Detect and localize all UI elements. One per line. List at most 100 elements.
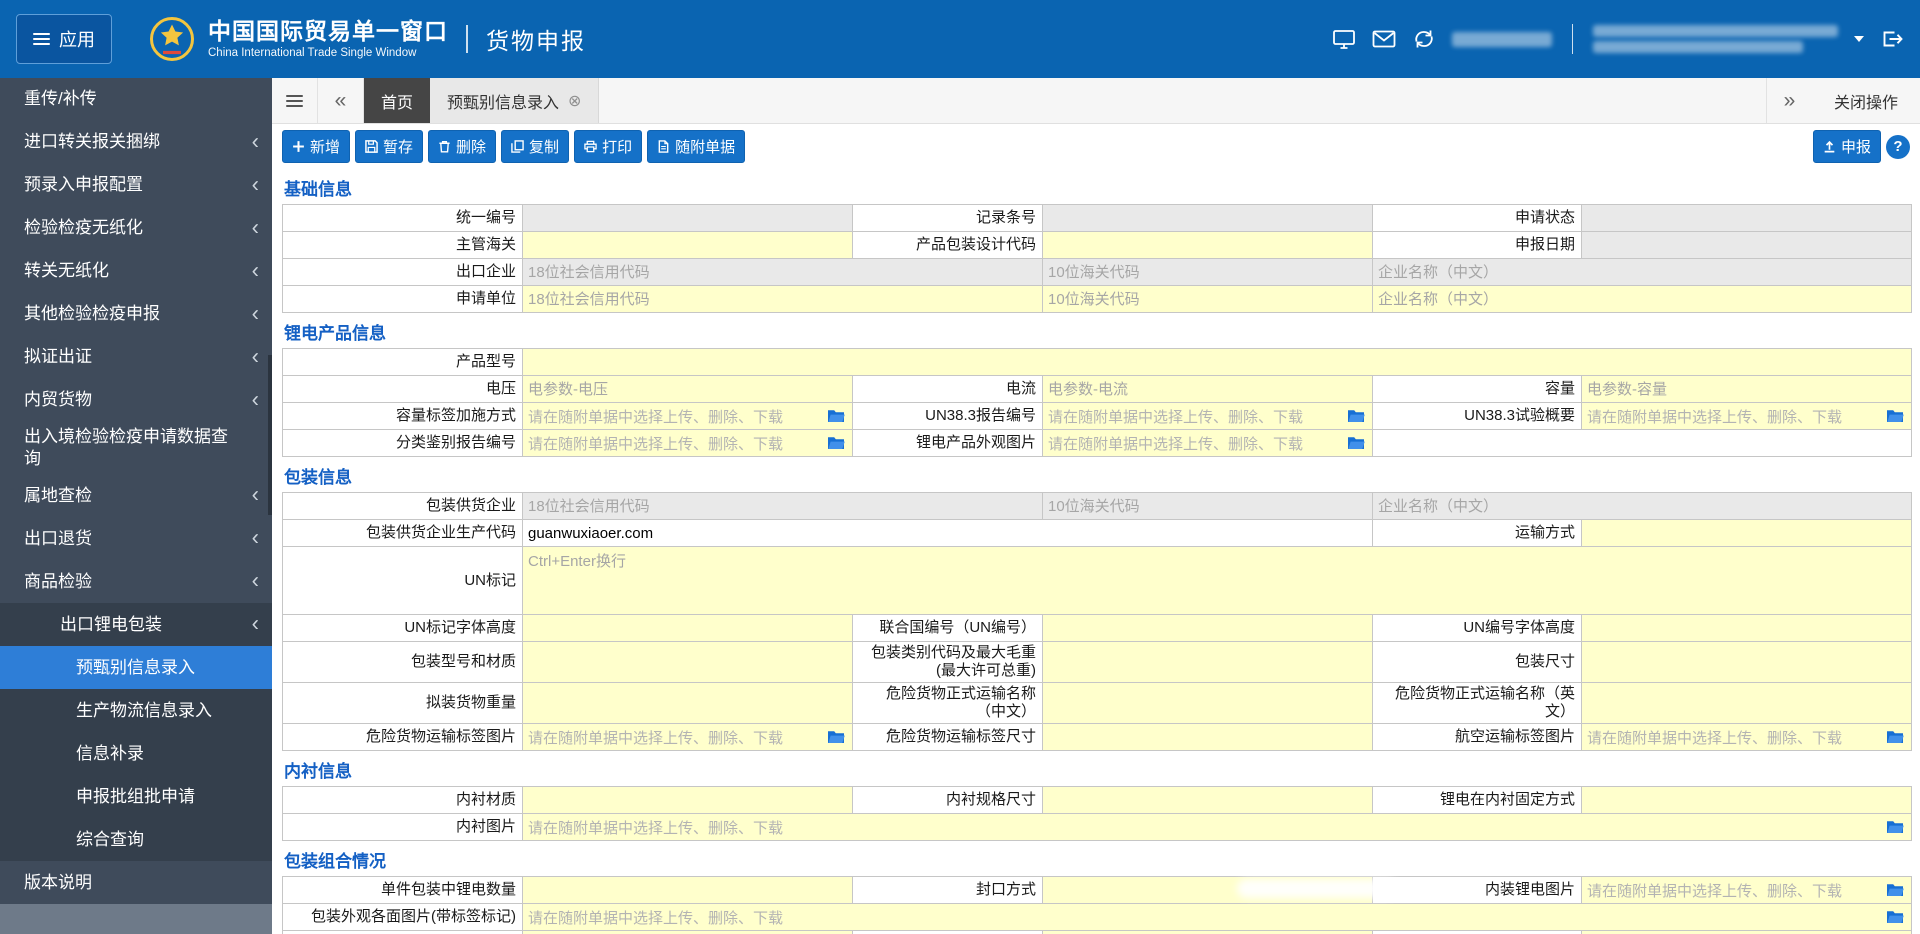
folder-icon[interactable] xyxy=(1347,409,1365,423)
danger-label-size-input[interactable] xyxy=(1043,724,1372,750)
product-model-input[interactable] xyxy=(523,349,1911,375)
folder-icon[interactable] xyxy=(827,436,845,450)
close-operations-button[interactable]: 关闭操作 xyxy=(1812,78,1920,123)
chevron-down-icon[interactable] xyxy=(1854,36,1864,42)
un-mark-textarea[interactable] xyxy=(523,547,1911,614)
help-button[interactable]: ? xyxy=(1886,135,1910,159)
folder-icon[interactable] xyxy=(827,730,845,744)
current-input[interactable] xyxy=(1043,376,1372,402)
folder-icon[interactable] xyxy=(827,409,845,423)
un-number-input[interactable] xyxy=(1043,615,1372,641)
attach-outer-faces-img[interactable]: 请在随附单据中选择上传、删除、下载 xyxy=(522,903,1911,930)
folder-icon[interactable] xyxy=(1886,730,1904,744)
folder-icon[interactable] xyxy=(1886,409,1904,423)
pkg-class-max-weight-input[interactable] xyxy=(1043,642,1372,682)
sidebar-item-commodity-inspection[interactable]: 商品检验 xyxy=(0,560,272,603)
add-button[interactable]: 新增 xyxy=(282,130,350,163)
liner-material-input[interactable] xyxy=(523,787,852,813)
folder-icon[interactable] xyxy=(1886,883,1904,897)
attach-capacity-label[interactable]: 请在随附单据中选择上传、删除、下载 xyxy=(522,402,852,429)
liner-fix-mode-input[interactable] xyxy=(1582,787,1911,813)
copy-button[interactable]: 复制 xyxy=(501,130,569,163)
sidebar-item-preentry-config[interactable]: 预录入申报配置 xyxy=(0,164,272,207)
scroll-tabs-right-button[interactable] xyxy=(1766,78,1812,123)
record-no-input[interactable] xyxy=(1043,205,1372,231)
logout-icon[interactable] xyxy=(1880,28,1904,50)
sidebar-item-info-supplement[interactable]: 信息补录 xyxy=(0,732,272,775)
sidebar-item-prescreening-entry[interactable]: 预甄别信息录入 xyxy=(0,646,272,689)
liner-spec-size-input[interactable] xyxy=(1043,787,1372,813)
supplier-production-code-input[interactable] xyxy=(523,520,1372,546)
un-number-font-height-input[interactable] xyxy=(1582,615,1911,641)
monitor-icon[interactable] xyxy=(1332,28,1356,50)
cargo-weight-input[interactable] xyxy=(523,683,852,723)
attached-documents-button[interactable]: 随附单据 xyxy=(647,130,745,163)
voltage-input[interactable] xyxy=(523,376,852,402)
pkg-size-input[interactable] xyxy=(1582,642,1911,682)
folder-icon[interactable] xyxy=(1886,820,1904,834)
save-draft-button[interactable]: 暂存 xyxy=(355,130,423,163)
un-mark-font-height-input[interactable] xyxy=(523,615,852,641)
attach-danger-label-img[interactable]: 请在随附单据中选择上传、删除、下载 xyxy=(522,723,852,750)
sidebar-item-retransmit[interactable]: 重传/补传 xyxy=(0,78,272,121)
attach-air-label-img[interactable]: 请在随附单据中选择上传、删除、下载 xyxy=(1581,723,1911,750)
attach-top-view-img[interactable]: 请在随附单据中选择上传、删除、下载 xyxy=(1581,930,1911,934)
folder-icon[interactable] xyxy=(1347,436,1365,450)
folder-icon[interactable] xyxy=(1886,910,1904,924)
declare-date-input[interactable] xyxy=(1582,232,1911,258)
apply-status-input[interactable] xyxy=(1582,205,1911,231)
supervising-customs-input[interactable] xyxy=(523,232,852,258)
export-company-name-input[interactable] xyxy=(1373,259,1911,285)
battery-qty-per-package-input[interactable] xyxy=(523,877,852,903)
unified-no-input[interactable] xyxy=(523,205,852,231)
scroll-tabs-left-button[interactable] xyxy=(318,78,364,123)
declare-button[interactable]: 申报 xyxy=(1813,130,1881,163)
sidebar-item-other-ciq-declaration[interactable]: 其他检验检疫申报 xyxy=(0,293,272,336)
sidebar-item-domestic-goods[interactable]: 内贸货物 xyxy=(0,379,272,422)
attach-outer-full-img[interactable]: 请在随附单据中选择上传、删除、下载 xyxy=(522,930,852,934)
print-button[interactable]: 打印 xyxy=(574,130,642,163)
pkg-model-material-input[interactable] xyxy=(523,642,852,682)
tab-prescreening-info-entry[interactable]: 预甄别信息录入 xyxy=(430,78,599,123)
apply-unit-customs-input[interactable] xyxy=(1043,286,1372,312)
sidebar-item-local-inspection[interactable]: 属地查检 xyxy=(0,474,272,517)
sidebar-item-ciq-paperless[interactable]: 检验检疫无纸化 xyxy=(0,207,272,250)
tab-home[interactable]: 首页 xyxy=(364,78,430,123)
export-company-customs-input[interactable] xyxy=(1043,259,1372,285)
sidebar-item-comprehensive-query[interactable]: 综合查询 xyxy=(0,818,272,861)
apply-unit-name-input[interactable] xyxy=(1373,286,1911,312)
apply-unit-credit-input[interactable] xyxy=(523,286,1042,312)
attach-safety-desc[interactable]: 请在随附单据中选择上传、删除、下载 xyxy=(1042,930,1372,934)
mail-icon[interactable] xyxy=(1372,28,1396,50)
attach-un383-summary[interactable]: 请在随附单据中选择上传、删除、下载 xyxy=(1581,402,1911,429)
close-tab-icon[interactable] xyxy=(568,91,581,111)
sidebar-item-version-notes[interactable]: 版本说明 xyxy=(0,861,272,904)
sidebar-scrollbar-thumb[interactable] xyxy=(268,355,272,515)
sidebar-item-batch-application[interactable]: 申报批组批申请 xyxy=(0,775,272,818)
capacity-input[interactable] xyxy=(1582,376,1911,402)
sidebar-item-transit-paperless[interactable]: 转关无纸化 xyxy=(0,250,272,293)
tab-list-menu-button[interactable] xyxy=(272,78,318,123)
sidebar-item-certificate-issuance[interactable]: 拟证出证 xyxy=(0,336,272,379)
delete-button[interactable]: 删除 xyxy=(428,130,496,163)
attach-battery-appearance[interactable]: 请在随附单据中选择上传、删除、下载 xyxy=(1042,429,1372,456)
sidebar-item-import-transit-binding[interactable]: 进口转关报关捆绑 xyxy=(0,121,272,164)
shipping-name-en-input[interactable] xyxy=(1582,683,1911,723)
package-design-code-input[interactable] xyxy=(1043,232,1372,258)
attach-un383-report[interactable]: 请在随附单据中选择上传、删除、下载 xyxy=(1042,402,1372,429)
sidebar-item-export-lithium-packaging[interactable]: 出口锂电包装 xyxy=(0,603,272,646)
sync-icon[interactable] xyxy=(1412,28,1436,50)
attach-class-report[interactable]: 请在随附单据中选择上传、删除、下载 xyxy=(522,429,852,456)
attach-inner-battery-img[interactable]: 请在随附单据中选择上传、删除、下载 xyxy=(1581,876,1911,903)
pkg-supplier-customs-input[interactable] xyxy=(1043,493,1372,519)
pkg-supplier-name-input[interactable] xyxy=(1373,493,1911,519)
transport-mode-input[interactable] xyxy=(1582,520,1911,546)
apps-menu-button[interactable]: 应用 xyxy=(16,14,112,64)
sidebar-item-ciq-application-query[interactable]: 出入境检验检疫申请数据查询 xyxy=(0,422,272,474)
sidebar-item-production-logistics-entry[interactable]: 生产物流信息录入 xyxy=(0,689,272,732)
sidebar-item-export-returns[interactable]: 出口退货 xyxy=(0,517,272,560)
shipping-name-cn-input[interactable] xyxy=(1043,683,1372,723)
seal-mode-input[interactable] xyxy=(1043,877,1372,903)
pkg-supplier-credit-input[interactable] xyxy=(523,493,1042,519)
attach-liner-img[interactable]: 请在随附单据中选择上传、删除、下载 xyxy=(522,813,1911,840)
